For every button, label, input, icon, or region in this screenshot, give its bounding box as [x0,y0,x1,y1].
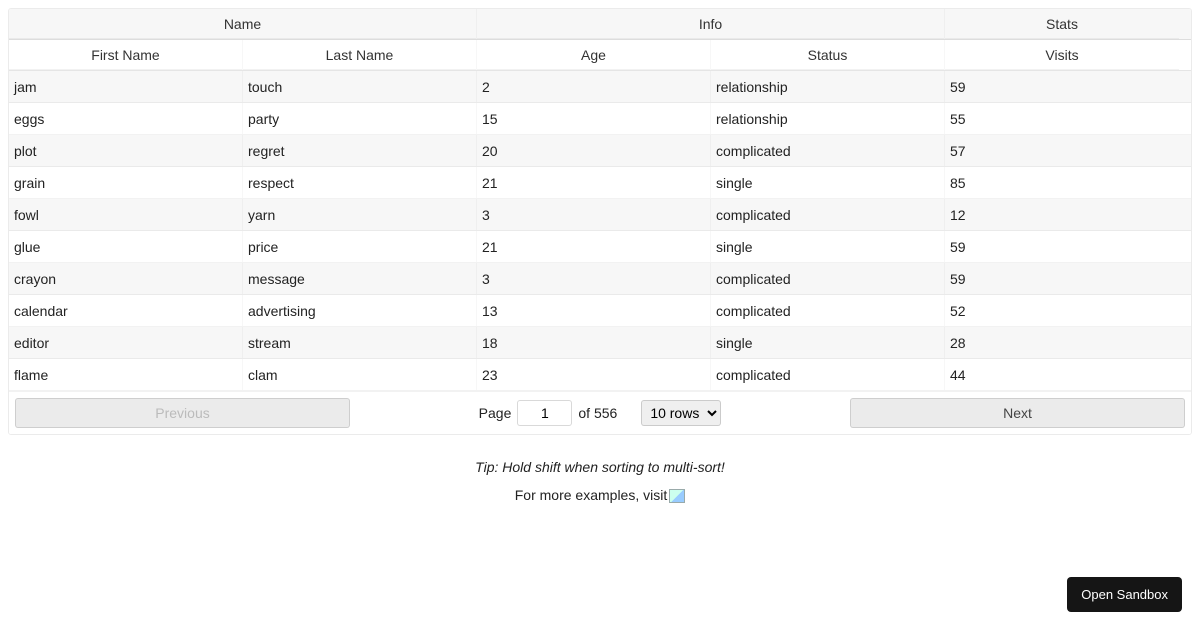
table-body: jamtouch2relationship59eggsparty15relati… [9,71,1191,391]
broken-image-icon [669,489,685,503]
cell-visits: 57 [945,135,1179,166]
header-group-stats[interactable]: Stats [945,9,1179,39]
table-row: fowlyarn3complicated12 [9,199,1191,231]
cell-visits: 12 [945,199,1179,230]
cell-first-name: plot [9,135,243,166]
cell-first-name: crayon [9,263,243,294]
column-header-first-name[interactable]: First Name [9,40,243,70]
cell-first-name: jam [9,71,243,102]
cell-age: 23 [477,359,711,390]
more-examples-text: For more examples, visit [515,487,667,503]
cell-visits: 52 [945,295,1179,326]
cell-age: 21 [477,167,711,198]
cell-first-name: fowl [9,199,243,230]
cell-age: 21 [477,231,711,262]
page-input[interactable] [517,400,572,426]
page-info: Page of 556 [479,400,618,426]
open-sandbox-button[interactable]: Open Sandbox [1067,577,1182,612]
previous-button[interactable]: Previous [15,398,350,428]
rows-per-page-select[interactable]: 10 rows [641,400,721,426]
cell-first-name: calendar [9,295,243,326]
table-row: glueprice21single59 [9,231,1191,263]
table-row: grainrespect21single85 [9,167,1191,199]
header-group-name[interactable]: Name [9,9,477,39]
column-header-visits[interactable]: Visits [945,40,1179,70]
data-table: Name Info Stats First Name Last Name Age… [8,8,1192,435]
cell-age: 20 [477,135,711,166]
cell-age: 3 [477,199,711,230]
cell-status: complicated [711,199,945,230]
column-header-status[interactable]: Status [711,40,945,70]
more-examples: For more examples, visit [8,487,1192,503]
cell-last-name: regret [243,135,477,166]
table-header-groups: Name Info Stats [9,9,1191,40]
cell-first-name: eggs [9,103,243,134]
cell-status: single [711,231,945,262]
cell-status: complicated [711,135,945,166]
table-pagination: Previous Page of 556 10 rows Next [9,391,1191,434]
cell-age: 3 [477,263,711,294]
table-row: editorstream18single28 [9,327,1191,359]
cell-visits: 28 [945,327,1179,358]
cell-visits: 44 [945,359,1179,390]
cell-status: complicated [711,263,945,294]
cell-last-name: clam [243,359,477,390]
cell-age: 18 [477,327,711,358]
column-header-age[interactable]: Age [477,40,711,70]
page-label: Page [479,405,512,421]
table-row: plotregret20complicated57 [9,135,1191,167]
table-row: flameclam23complicated44 [9,359,1191,391]
cell-visits: 59 [945,231,1179,262]
cell-last-name: yarn [243,199,477,230]
page-of-text: of 556 [578,405,617,421]
cell-visits: 59 [945,71,1179,102]
column-header-last-name[interactable]: Last Name [243,40,477,70]
cell-last-name: respect [243,167,477,198]
cell-last-name: message [243,263,477,294]
table-row: crayonmessage3complicated59 [9,263,1191,295]
cell-last-name: stream [243,327,477,358]
cell-last-name: price [243,231,477,262]
cell-age: 2 [477,71,711,102]
tip-text: Tip: Hold shift when sorting to multi-so… [8,459,1192,475]
cell-status: relationship [711,103,945,134]
table-row: jamtouch2relationship59 [9,71,1191,103]
cell-first-name: grain [9,167,243,198]
cell-first-name: editor [9,327,243,358]
cell-status: relationship [711,71,945,102]
cell-last-name: advertising [243,295,477,326]
cell-status: single [711,327,945,358]
table-header-columns: First Name Last Name Age Status Visits [9,40,1191,71]
cell-last-name: touch [243,71,477,102]
table-row: calendaradvertising13complicated52 [9,295,1191,327]
cell-last-name: party [243,103,477,134]
next-button[interactable]: Next [850,398,1185,428]
cell-first-name: glue [9,231,243,262]
header-group-info[interactable]: Info [477,9,945,39]
cell-visits: 59 [945,263,1179,294]
cell-visits: 55 [945,103,1179,134]
cell-first-name: flame [9,359,243,390]
cell-age: 13 [477,295,711,326]
cell-age: 15 [477,103,711,134]
cell-status: single [711,167,945,198]
cell-visits: 85 [945,167,1179,198]
cell-status: complicated [711,295,945,326]
table-row: eggsparty15relationship55 [9,103,1191,135]
cell-status: complicated [711,359,945,390]
